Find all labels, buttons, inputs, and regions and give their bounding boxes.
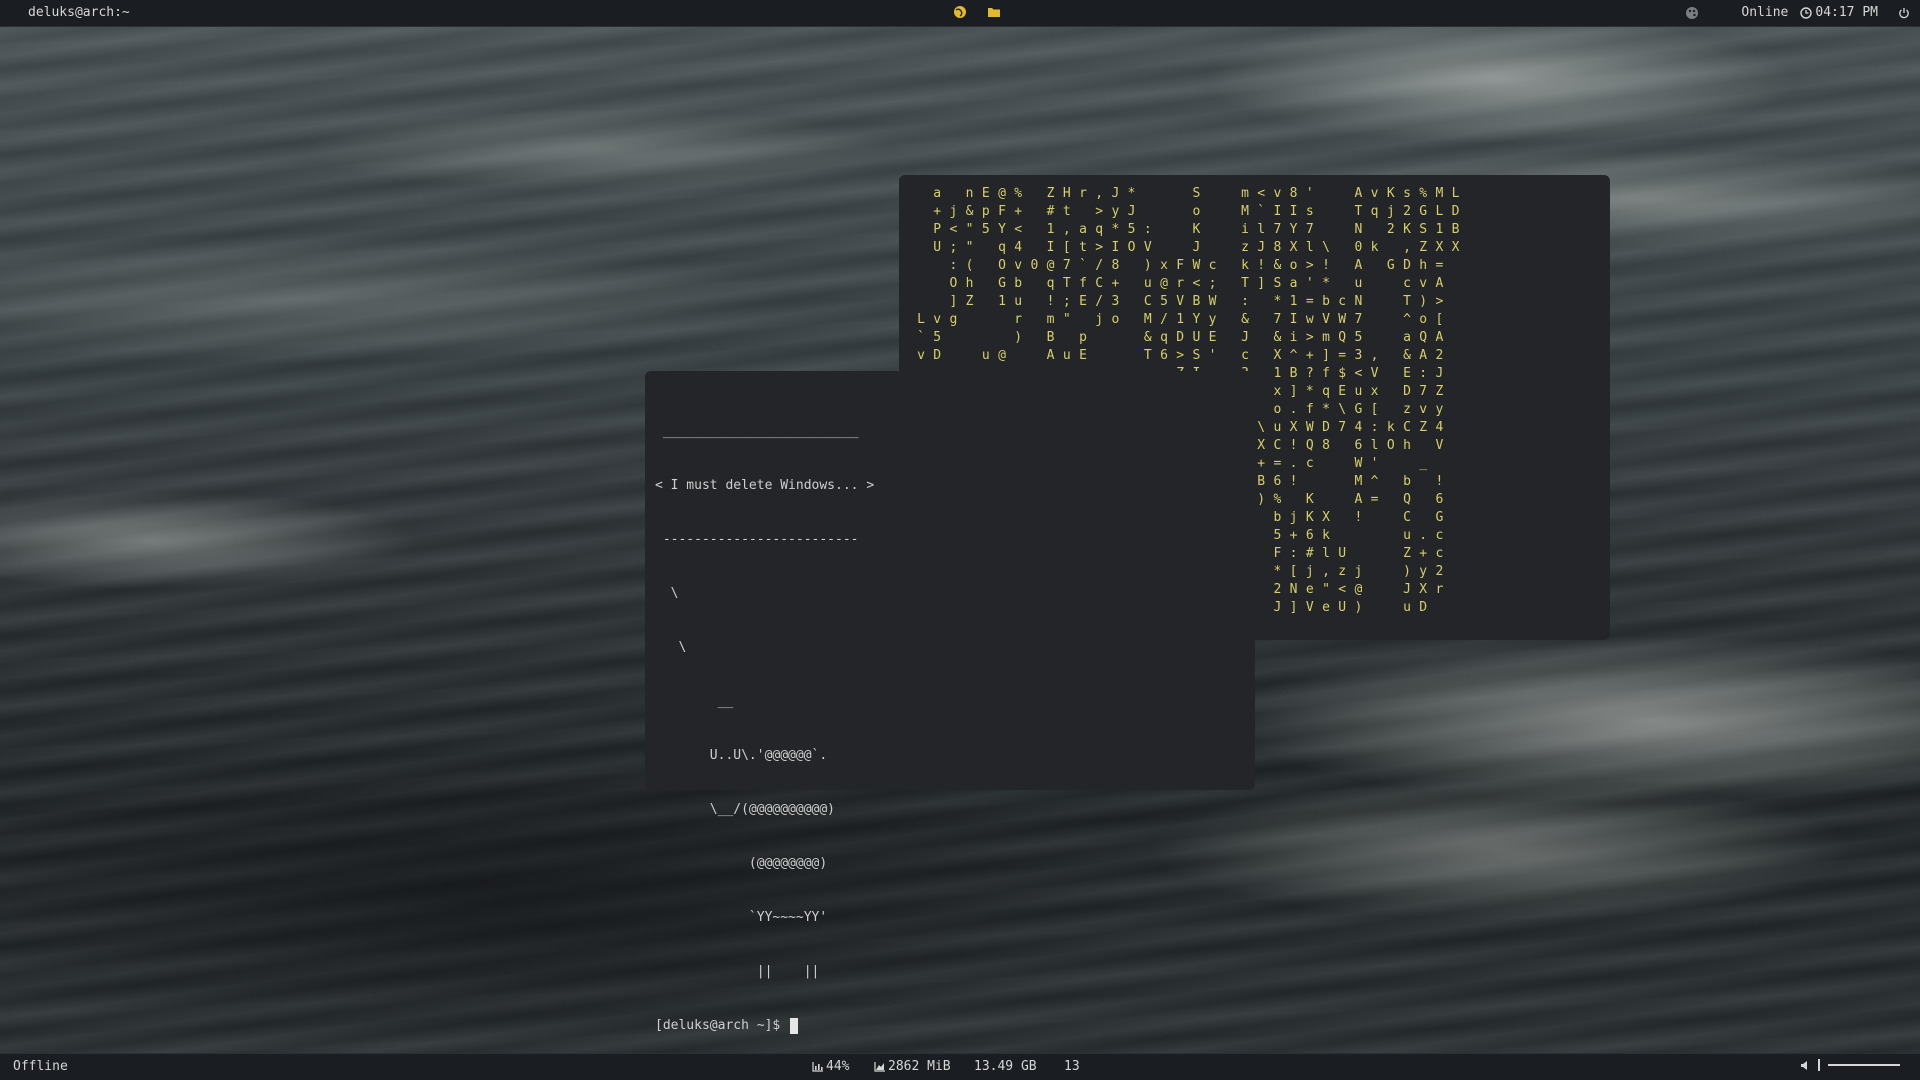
terminal-window[interactable]: _________________________ < I must delet… xyxy=(645,371,1255,1034)
matrix-column: % + < 4 v b u r ) xyxy=(1014,186,1023,345)
matrix-column: r a t ` f E p E xyxy=(1079,186,1087,363)
memory-value: 2862 MiB xyxy=(888,1059,951,1074)
ascii-art-line: `YY~~~~YY' xyxy=(655,910,828,925)
matrix-column: Z # 1 I @ q ! m B A xyxy=(1046,186,1055,363)
connection-status[interactable]: Offline xyxy=(13,1059,68,1074)
cpu-usage[interactable]: 44% xyxy=(812,1059,854,1074)
matrix-column: j < ; : O ] g xyxy=(949,204,958,327)
matrix-column: J y * I 8 + 3 o xyxy=(1111,186,1120,327)
bottom-panel: Offline 44% 2862 MiB 13.49 GB 13 xyxy=(0,1053,1920,1080)
matrix-column: s 2 K , D c T ^ a & E D z C h b Q C u Z … xyxy=(1403,186,1411,615)
matrix-column: A T N 0 A u N 7 5 3 < u G 4 6 W M A ! j … xyxy=(1354,186,1363,615)
volume-slider-handle[interactable] xyxy=(1818,1059,1820,1071)
volume-control[interactable] xyxy=(1800,1059,1900,1071)
text-cursor xyxy=(790,1018,799,1034)
matrix-column: : V ) u C M & T xyxy=(1143,222,1152,363)
status-area: Online 04:17 PM xyxy=(1685,5,1910,20)
disk-value: 13.49 GB xyxy=(974,1059,1037,1074)
terminal-output: _________________________ < I must delet… xyxy=(655,387,874,1071)
matrix-column: v I 7 8 & S * 7 & X 1 x o u C = 6 % b 5 … xyxy=(1273,186,1282,615)
matrix-column: E p 5 u xyxy=(981,186,990,363)
matrix-column: a + P U v 5 D xyxy=(933,186,942,363)
ascii-art-line: __ xyxy=(655,694,734,709)
launcher-icons xyxy=(953,5,1001,19)
system-monitor: 44% 2862 MiB 13.49 GB 13 xyxy=(812,1059,1080,1074)
matrix-column: K j 2 G k O xyxy=(1386,186,1395,453)
matrix-column: * J 5 O xyxy=(1127,186,1136,255)
power-icon[interactable] xyxy=(1898,7,1910,19)
top-panel: deluks@arch:~ Online 04:17 PM xyxy=(0,0,1920,27)
cowsay-message: < I must delete Windows... > xyxy=(655,478,875,493)
matrix-column: M L 1 X = A > [ A 2 J Z y 4 V ! 6 G c c … xyxy=(1435,186,1444,597)
matrix-column: v q k , V x [ : l ' ^ = xyxy=(1370,186,1379,507)
ascii-art-line: U..U\.'@@@@@@`. xyxy=(655,748,828,763)
folder-icon[interactable] xyxy=(987,5,1001,19)
matrix-column: ' s 7 l > ' = w > + ? * f W Q c K K 6 # … xyxy=(1305,186,1314,615)
cpu-chart-icon xyxy=(812,1061,824,1072)
matrix-column: x @ 5 / q 6 xyxy=(1160,258,1168,363)
workspace-number: 13 xyxy=(1064,1059,1080,1074)
ascii-art-line: \ xyxy=(655,640,687,655)
ascii-art-line: \__/(@@@@@@@@@@) xyxy=(655,802,836,817)
globe-icon[interactable] xyxy=(953,5,967,19)
prompt-line[interactable]: [deluks@arch ~]$ xyxy=(655,1017,874,1035)
matrix-column: L ` v xyxy=(917,312,925,363)
matrix-column: H t , [ 7 T ; " u xyxy=(1062,186,1071,363)
network-status[interactable]: Online xyxy=(1741,5,1788,20)
palette-icon[interactable] xyxy=(1685,6,1699,20)
shell-prompt: [deluks@arch ~]$ xyxy=(655,1018,789,1033)
volume-slider[interactable] xyxy=(1828,1064,1900,1066)
cowsay-bottom-border: ------------------------- xyxy=(655,532,859,547)
ascii-art-line: || || xyxy=(655,964,820,979)
matrix-column: % G S Z h v ) o Q A : 7 v Z _ . + y X D xyxy=(1419,186,1428,615)
disk-usage[interactable]: 13.49 GB xyxy=(974,1059,1058,1074)
matrix-column: c W Q = $ E \ 7 U z < U xyxy=(1338,294,1347,615)
clock-time: 04:17 PM xyxy=(1815,5,1878,20)
matrix-column: @ F Y q O G 1 @ xyxy=(998,186,1006,363)
matrix-column: L D B X xyxy=(1451,186,1460,255)
workspace-indicator[interactable]: 13 xyxy=(1064,1059,1080,1074)
ascii-art-line: (@@@@@@@@) xyxy=(655,856,828,871)
matrix-column: , > q > / C / j xyxy=(1095,186,1104,327)
matrix-column: 8 I Y X o a 1 I i ^ B ] . X ! . ! j + : … xyxy=(1289,186,1298,615)
ascii-art-line: \ xyxy=(655,586,679,601)
matrix-column: n & " " ( h Z xyxy=(965,186,974,309)
cowsay-top-border: _________________________ xyxy=(655,424,859,439)
clock[interactable]: 04:17 PM xyxy=(1800,5,1878,20)
clock-icon xyxy=(1800,6,1813,19)
cpu-value: 44% xyxy=(826,1059,850,1074)
matrix-column: 0 xyxy=(1030,258,1039,273)
matrix-column: < ` l J ! ] \ X + B ) xyxy=(1257,186,1266,507)
memory-chart-icon xyxy=(874,1061,886,1072)
matrix-column: \ ! * b V m ] f q * D 8 X k l , " e xyxy=(1322,240,1330,615)
speaker-icon[interactable] xyxy=(1800,1060,1810,1071)
memory-usage[interactable]: 2862 MiB xyxy=(874,1059,954,1074)
active-window-title: deluks@arch:~ xyxy=(28,5,130,20)
